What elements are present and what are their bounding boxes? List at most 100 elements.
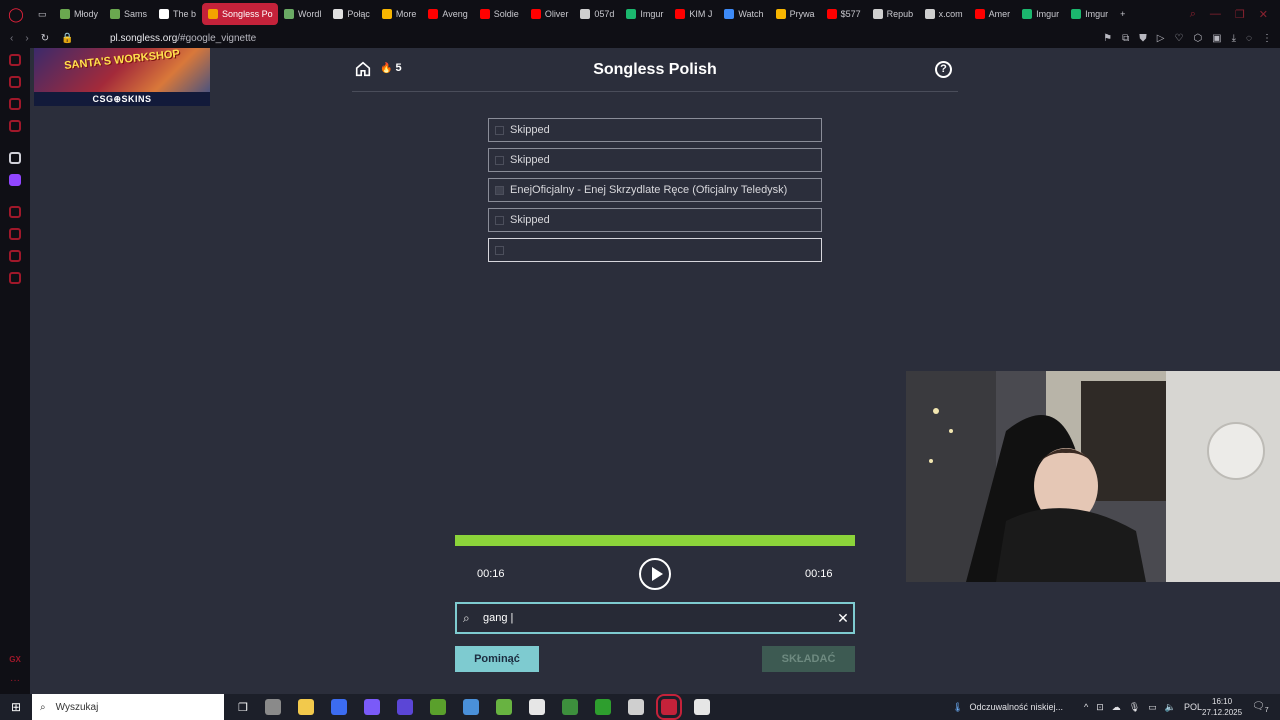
forward-icon[interactable]: › bbox=[25, 33, 28, 44]
browser-tab[interactable]: Imgur bbox=[620, 3, 669, 25]
taskbar-app-icon[interactable] bbox=[528, 699, 545, 715]
windows-start-icon[interactable]: ⊞ bbox=[0, 700, 32, 714]
url-field[interactable]: pl.songless.org/#google_vignette bbox=[110, 33, 256, 44]
weather-widget[interactable]: 🌡 Odczuwalność niskiej... bbox=[952, 702, 1063, 713]
vpn-shield-icon[interactable]: ⛊ bbox=[1139, 33, 1147, 44]
webcam-overlay bbox=[906, 371, 1280, 582]
browser-tab[interactable]: Imgur bbox=[1016, 3, 1065, 25]
guess-status-icon bbox=[495, 185, 504, 195]
browser-tab[interactable]: x.com bbox=[919, 3, 969, 25]
search-icon: ⌕ bbox=[463, 610, 470, 625]
close-window-icon[interactable]: ✕ bbox=[1259, 8, 1268, 21]
tab-favicon-icon bbox=[530, 9, 541, 19]
play-button[interactable] bbox=[639, 558, 671, 590]
heart-icon[interactable]: ♡ bbox=[1174, 33, 1183, 44]
sidebar-more-icon[interactable]: ··· bbox=[10, 675, 20, 686]
tab-favicon-icon bbox=[479, 9, 490, 19]
taskbar-app-icon[interactable] bbox=[297, 699, 314, 715]
browser-tab[interactable]: KIM J bbox=[669, 3, 718, 25]
tab-label: Połąc bbox=[347, 9, 370, 19]
volume-icon[interactable]: 🔈 bbox=[1165, 702, 1176, 713]
player-icon[interactable]: ▷ bbox=[1157, 33, 1165, 44]
sidebar-aria-icon[interactable] bbox=[9, 54, 21, 66]
search-tabs-icon[interactable]: ⌕ bbox=[1190, 8, 1196, 21]
taskbar-search[interactable]: ⌕ Wyszukaj bbox=[32, 694, 224, 720]
browser-tab[interactable]: Amer bbox=[969, 3, 1017, 25]
tray-mic-icon[interactable]: 🎙 bbox=[1129, 702, 1140, 713]
guess-row: Skipped bbox=[488, 148, 822, 172]
taskbar-app-icon[interactable] bbox=[264, 699, 281, 715]
minimize-icon[interactable]: — bbox=[1210, 8, 1221, 21]
browser-tab[interactable]: Prywa bbox=[770, 3, 821, 25]
browser-tab[interactable]: Oliver bbox=[525, 3, 575, 25]
browser-tab[interactable]: The b bbox=[153, 3, 202, 25]
clear-search-icon[interactable]: ✕ bbox=[833, 610, 853, 627]
browser-tab[interactable]: $577 bbox=[821, 3, 867, 25]
browser-tab[interactable]: Połąc bbox=[327, 3, 376, 25]
snapshot-icon[interactable]: ⧉ bbox=[1122, 33, 1129, 44]
browser-tab[interactable]: Songless Po bbox=[202, 3, 279, 25]
sidebar-twitch-icon[interactable] bbox=[9, 98, 21, 110]
browser-tab[interactable]: Watch bbox=[718, 3, 769, 25]
tab-workspaces[interactable]: ▭ bbox=[32, 3, 54, 25]
task-view-icon[interactable]: ❐ bbox=[238, 701, 248, 714]
sidebar-games-icon[interactable] bbox=[9, 76, 21, 88]
sidebar-history-icon[interactable] bbox=[9, 228, 21, 240]
extensions-icon[interactable]: ⬡ bbox=[1193, 33, 1202, 44]
taskbar-app-icon[interactable] bbox=[561, 699, 578, 715]
browser-tab[interactable]: Wordl bbox=[278, 3, 327, 25]
tab-favicon-icon bbox=[826, 9, 837, 19]
ad-banner[interactable]: SANTA'S WORKSHOP CSG⊕SKINS bbox=[34, 48, 210, 106]
browser-tab[interactable]: Sams bbox=[104, 3, 153, 25]
taskbar-app-icon[interactable] bbox=[396, 699, 413, 715]
taskbar-app-icon[interactable] bbox=[495, 699, 512, 715]
new-tab-icon[interactable]: + bbox=[1114, 3, 1131, 25]
taskbar-clock[interactable]: 16:10 27.12.2025 bbox=[1202, 696, 1242, 718]
bookmark-icon[interactable]: ⚑ bbox=[1103, 33, 1112, 44]
taskbar-app-icon[interactable] bbox=[693, 699, 710, 715]
notifications-icon[interactable]: 🗨7 bbox=[1252, 701, 1269, 714]
browser-tab[interactable]: Repub bbox=[867, 3, 919, 25]
song-search-input[interactable] bbox=[481, 612, 833, 624]
tray-overflow-icon[interactable]: ^ bbox=[1084, 702, 1088, 712]
tab-label: x.com bbox=[938, 9, 963, 19]
taskbar-app-icon[interactable] bbox=[429, 699, 446, 715]
taskbar-app-icon[interactable] bbox=[594, 699, 611, 715]
back-icon[interactable]: ‹ bbox=[10, 33, 13, 44]
reload-icon[interactable]: ↻ bbox=[41, 33, 49, 44]
sidebar-twitch-app-icon[interactable] bbox=[9, 174, 21, 186]
wallet-icon[interactable]: ▣ bbox=[1212, 33, 1221, 44]
network-icon[interactable]: ▭ bbox=[1148, 702, 1157, 713]
tray-app-icon[interactable]: ⊡ bbox=[1096, 702, 1104, 713]
submit-button[interactable]: SKŁADAĆ bbox=[762, 646, 855, 672]
skip-button[interactable]: Pominąć bbox=[455, 646, 539, 672]
sidebar-extensions-icon[interactable] bbox=[9, 250, 21, 262]
taskbar-app-icon[interactable] bbox=[330, 699, 347, 715]
profile-icon[interactable]: ◌ bbox=[1246, 33, 1252, 44]
tab-label: Imgur bbox=[1085, 9, 1109, 19]
sidebar-youtube-icon[interactable] bbox=[9, 120, 21, 132]
browser-tab[interactable]: Imgur bbox=[1065, 3, 1114, 25]
browser-tab[interactable]: More bbox=[376, 3, 423, 25]
guess-row: EnejOficjalny - Enej Skrzydlate Ręce (Of… bbox=[488, 178, 822, 202]
language-indicator[interactable]: POL bbox=[1184, 702, 1202, 712]
browser-tab[interactable]: Aveng bbox=[422, 3, 473, 25]
maximize-icon[interactable]: ❐ bbox=[1235, 8, 1245, 21]
more-icon[interactable]: ⋮ bbox=[1262, 33, 1272, 44]
taskbar-app-icon[interactable] bbox=[655, 694, 682, 720]
sidebar-ai-icon[interactable] bbox=[9, 152, 21, 164]
browser-tab[interactable]: 057d bbox=[574, 3, 620, 25]
browser-tab[interactable]: Młody bbox=[54, 3, 104, 25]
taskbar-app-icon[interactable] bbox=[363, 699, 380, 715]
downloads-icon[interactable]: ⤓ bbox=[1232, 33, 1236, 44]
guess-row: Skipped bbox=[488, 208, 822, 232]
sidebar-settings-icon[interactable] bbox=[9, 272, 21, 284]
security-lock-icon[interactable]: 🔒 bbox=[61, 33, 73, 44]
taskbar-app-icon[interactable] bbox=[462, 699, 479, 715]
browser-tab[interactable]: Soldie bbox=[474, 3, 525, 25]
sidebar-player-icon[interactable] bbox=[9, 206, 21, 218]
tray-cloud-icon[interactable]: ☁ bbox=[1112, 702, 1121, 713]
opera-logo-icon[interactable]: ◯ bbox=[0, 0, 32, 28]
taskbar-app-icon[interactable] bbox=[627, 699, 644, 715]
help-icon[interactable]: ? bbox=[935, 61, 952, 78]
